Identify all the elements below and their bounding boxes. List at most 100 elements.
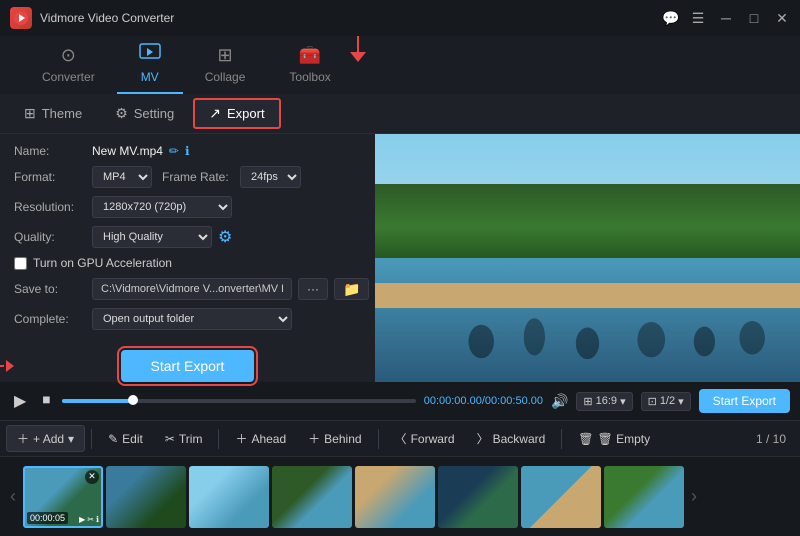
converter-icon: ⊙ xyxy=(61,45,76,66)
backward-button[interactable]: 〉 Backward xyxy=(467,426,556,451)
gpu-row: Turn on GPU Acceleration xyxy=(14,256,361,270)
tab-toolbox[interactable]: 🧰 Toolbox xyxy=(267,37,352,94)
arrow-line xyxy=(357,36,359,52)
trash-icon: 🗑 xyxy=(578,432,593,446)
thumb-info-icon: ℹ xyxy=(96,515,99,524)
sub-tab-setting[interactable]: ⚙ Setting xyxy=(101,100,188,127)
edit-button[interactable]: ✎ Edit xyxy=(98,428,153,450)
aspect-ratio-icon: ⊞ xyxy=(583,395,592,408)
resolution-row: Resolution: 1280x720 (720p) 1920x1080 (1… xyxy=(14,196,361,218)
film-thumb-3[interactable] xyxy=(189,466,269,528)
film-thumb-5[interactable] xyxy=(355,466,435,528)
tab-collage[interactable]: ⊞ Collage xyxy=(183,37,268,94)
divider-2 xyxy=(218,429,219,449)
start-export-container: Start Export xyxy=(14,350,361,382)
video-preview xyxy=(375,134,800,382)
film-thumb-1[interactable]: ✕ 00:00:05 ▶ ✂ ℹ xyxy=(23,466,103,528)
start-export-right-button[interactable]: Start Export xyxy=(699,389,790,413)
film-thumb-4[interactable] xyxy=(272,466,352,528)
title-bar-left: Vidmore Video Converter xyxy=(10,7,174,29)
folder-button[interactable]: 📁 xyxy=(334,278,369,300)
maximize-icon[interactable]: □ xyxy=(746,10,762,26)
backward-icon: 〉 xyxy=(477,430,489,447)
filmstrip-prev-arrow[interactable]: ‹ xyxy=(6,482,20,511)
film-thumb-8[interactable] xyxy=(604,466,684,528)
quality-select[interactable]: High Quality Medium Quality Low Quality xyxy=(92,226,212,248)
thumb-close-1[interactable]: ✕ xyxy=(85,470,99,484)
aspect-ratio-button[interactable]: ⊞ 16:9 ▾ xyxy=(576,392,632,411)
sub-tab-export-label: Export xyxy=(227,106,265,121)
app-icon xyxy=(10,7,32,29)
ahead-button[interactable]: ＋ Ahead xyxy=(225,426,296,451)
zoom-label: 1/2 xyxy=(660,395,675,407)
format-row: Format: MP4 MOV AVI Frame Rate: 24fps 30… xyxy=(14,166,361,188)
gpu-checkbox[interactable] xyxy=(14,257,27,270)
trim-button[interactable]: ✂ Trim xyxy=(155,428,213,450)
arrow-head xyxy=(6,360,14,372)
video-controls-bar: ▶ ⏹ 00:00:00.00/00:00:50.00 🔊 ⊞ 16:9 ▾ ⊡… xyxy=(0,382,800,420)
format-group: Format: MP4 MOV AVI xyxy=(14,166,152,188)
people-silhouettes xyxy=(375,295,800,369)
arrow-h-line xyxy=(0,365,4,367)
stop-button[interactable]: ⏹ xyxy=(38,390,54,412)
behind-button[interactable]: ＋ Behind xyxy=(298,426,371,451)
add-icon: ＋ xyxy=(17,430,29,447)
gpu-label: Turn on GPU Acceleration xyxy=(33,256,172,270)
forward-label: Forward xyxy=(411,432,455,446)
start-export-left-button[interactable]: Start Export xyxy=(121,350,255,382)
zoom-button[interactable]: ⊡ 1/2 ▾ xyxy=(641,392,691,411)
save-path-input[interactable]: C:\Vidmore\Vidmore V...onverter\MV Expor… xyxy=(92,278,292,300)
framerate-group: Frame Rate: 24fps 30fps 60fps xyxy=(162,166,301,188)
tab-toolbox-label: Toolbox xyxy=(289,70,330,84)
zoom-chevron: ▾ xyxy=(678,395,684,408)
tab-converter-label: Converter xyxy=(42,70,95,84)
film-thumb-2[interactable] xyxy=(106,466,186,528)
filmstrip-next-arrow[interactable]: › xyxy=(687,482,701,511)
thumb-icons-1: ▶ ✂ ℹ xyxy=(79,515,99,524)
backward-label: Backward xyxy=(493,432,546,446)
resolution-select[interactable]: 1280x720 (720p) 1920x1080 (1080p) 854x48… xyxy=(92,196,232,218)
tab-mv[interactable]: MV xyxy=(117,35,183,94)
minimize-icon[interactable]: ─ xyxy=(718,10,734,26)
add-button[interactable]: ＋ + Add ▾ xyxy=(6,425,85,452)
film-thumb-7[interactable] xyxy=(521,466,601,528)
mv-icon xyxy=(139,43,161,66)
sub-bar: ⊞ Theme ⚙ Setting ↗ Export xyxy=(0,94,800,134)
framerate-select[interactable]: 24fps 30fps 60fps xyxy=(240,166,301,188)
format-select[interactable]: MP4 MOV AVI xyxy=(92,166,152,188)
film-thumb-6[interactable] xyxy=(438,466,518,528)
filmstrip: ‹ ✕ 00:00:05 ▶ ✂ ℹ › xyxy=(0,456,800,536)
complete-row: Complete: Open output folder Do nothing xyxy=(14,308,361,330)
info-icon[interactable]: ℹ xyxy=(185,144,190,158)
divider-3 xyxy=(378,429,379,449)
empty-button[interactable]: 🗑 🗑 Empty xyxy=(568,428,660,450)
tab-converter[interactable]: ⊙ Converter xyxy=(20,37,117,94)
browse-dots-button[interactable]: ··· xyxy=(298,278,328,300)
forward-button[interactable]: 〈 Forward xyxy=(385,426,465,451)
progress-bar[interactable] xyxy=(62,399,415,403)
right-panel xyxy=(375,134,800,382)
toolbox-icon: 🧰 xyxy=(299,45,321,66)
message-icon[interactable]: 💬 xyxy=(662,10,678,27)
zoom-icon: ⊡ xyxy=(648,395,657,408)
time-display: 00:00:00.00/00:00:50.00 xyxy=(424,395,543,407)
trim-label: Trim xyxy=(179,432,203,446)
sub-tab-theme[interactable]: ⊞ Theme xyxy=(10,100,96,127)
quality-label: Quality: xyxy=(14,230,86,244)
volume-icon[interactable]: 🔊 xyxy=(551,393,568,410)
play-button[interactable]: ▶ xyxy=(10,389,30,413)
complete-label: Complete: xyxy=(14,312,86,326)
quality-gear-icon[interactable]: ⚙ xyxy=(218,227,232,247)
sub-tab-export[interactable]: ↗ Export xyxy=(193,98,280,129)
app-title: Vidmore Video Converter xyxy=(40,11,174,25)
close-icon[interactable]: ✕ xyxy=(774,10,790,27)
left-panel: Name: New MV.mp4 ✏ ℹ Format: MP4 MOV AVI… xyxy=(0,134,375,382)
theme-icon: ⊞ xyxy=(24,105,36,122)
menu-icon[interactable]: ☰ xyxy=(690,10,706,27)
edit-label: Edit xyxy=(122,432,143,446)
divider-4 xyxy=(561,429,562,449)
top-nav: ⊙ Converter MV ⊞ Collage 🧰 Toolbox xyxy=(0,36,800,94)
complete-select[interactable]: Open output folder Do nothing xyxy=(92,308,292,330)
name-label: Name: xyxy=(14,144,86,158)
edit-icon[interactable]: ✏ xyxy=(169,144,179,158)
